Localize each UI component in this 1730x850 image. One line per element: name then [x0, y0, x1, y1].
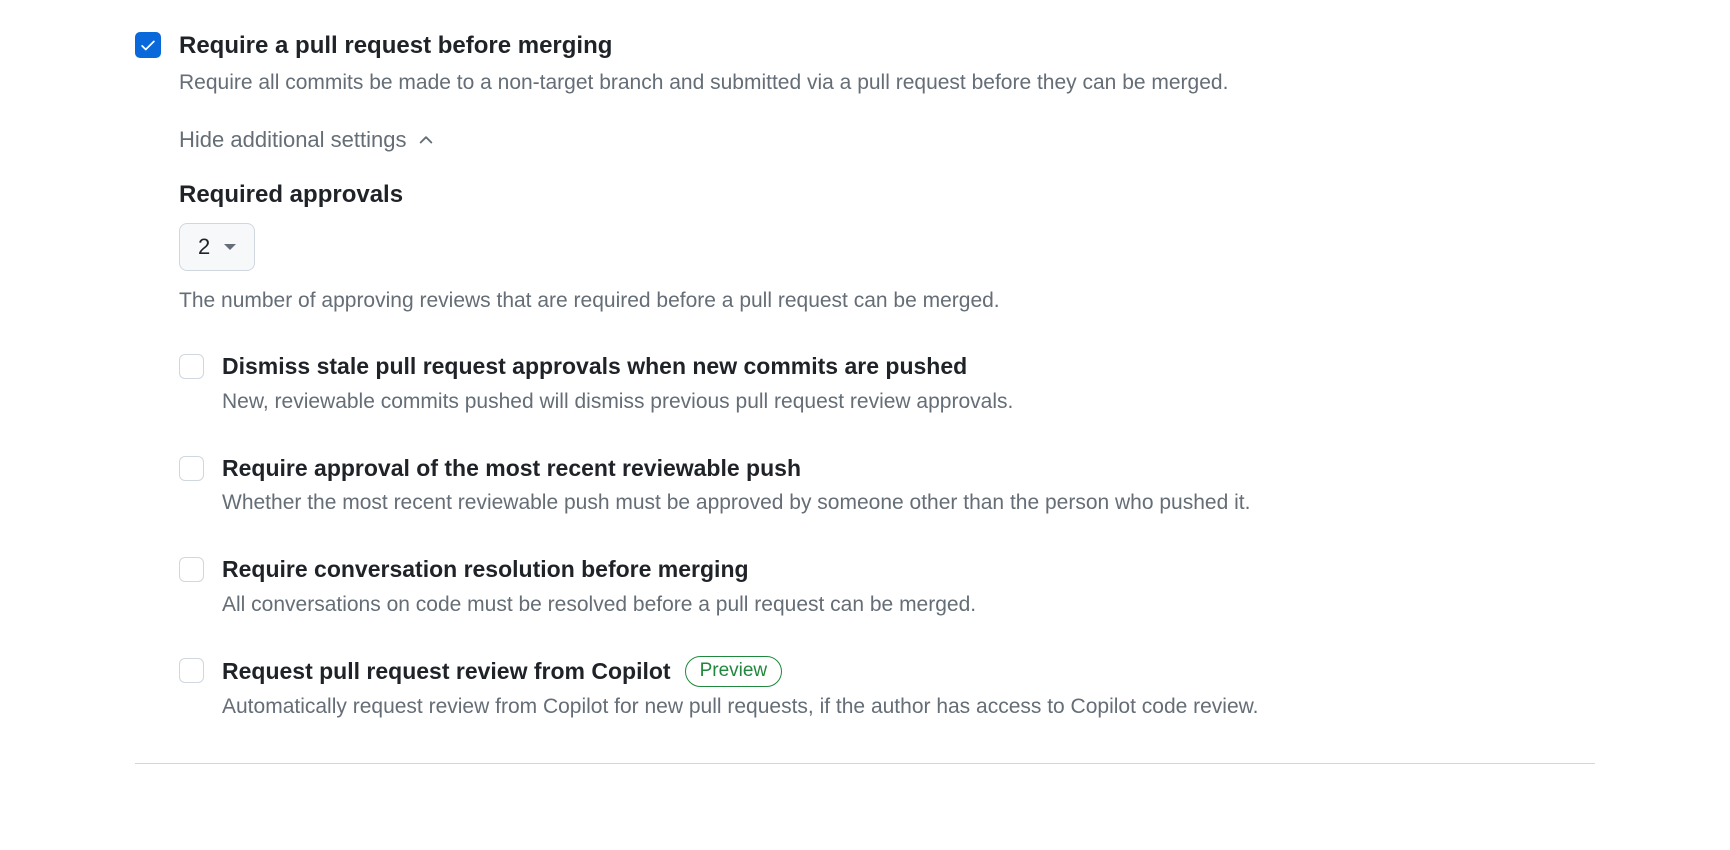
require-recent-push-description: Whether the most recent reviewable push …	[222, 487, 1595, 519]
require-recent-push-title: Require approval of the most recent revi…	[222, 454, 801, 484]
checkmark-icon	[139, 36, 157, 54]
required-approvals-title: Required approvals	[179, 181, 1595, 209]
dismiss-stale-description: New, reviewable commits pushed will dism…	[222, 386, 1595, 418]
required-approvals-help: The number of approving reviews that are…	[179, 285, 1595, 317]
require-conversation-description: All conversations on code must be resolv…	[222, 589, 1595, 621]
section-divider	[135, 763, 1595, 764]
required-approvals-select[interactable]: 2	[179, 223, 255, 271]
require-recent-push-checkbox[interactable]	[179, 456, 204, 481]
copilot-review-description: Automatically request review from Copilo…	[222, 691, 1595, 723]
copilot-review-checkbox[interactable]	[179, 658, 204, 683]
dismiss-stale-checkbox[interactable]	[179, 354, 204, 379]
hide-additional-settings-toggle[interactable]: Hide additional settings	[179, 127, 1595, 153]
require-pr-description: Require all commits be made to a non-tar…	[179, 67, 1595, 99]
require-pr-checkbox[interactable]	[135, 32, 161, 58]
require-conversation-title: Require conversation resolution before m…	[222, 555, 749, 585]
caret-down-icon	[224, 244, 236, 250]
require-conversation-checkbox[interactable]	[179, 557, 204, 582]
preview-badge: Preview	[685, 656, 783, 687]
required-approvals-value: 2	[198, 234, 210, 260]
dismiss-stale-title: Dismiss stale pull request approvals whe…	[222, 352, 967, 382]
require-pr-title: Require a pull request before merging	[179, 30, 1595, 61]
copilot-review-title: Request pull request review from Copilot	[222, 657, 671, 687]
toggle-label: Hide additional settings	[179, 127, 406, 153]
chevron-up-icon	[416, 130, 436, 150]
